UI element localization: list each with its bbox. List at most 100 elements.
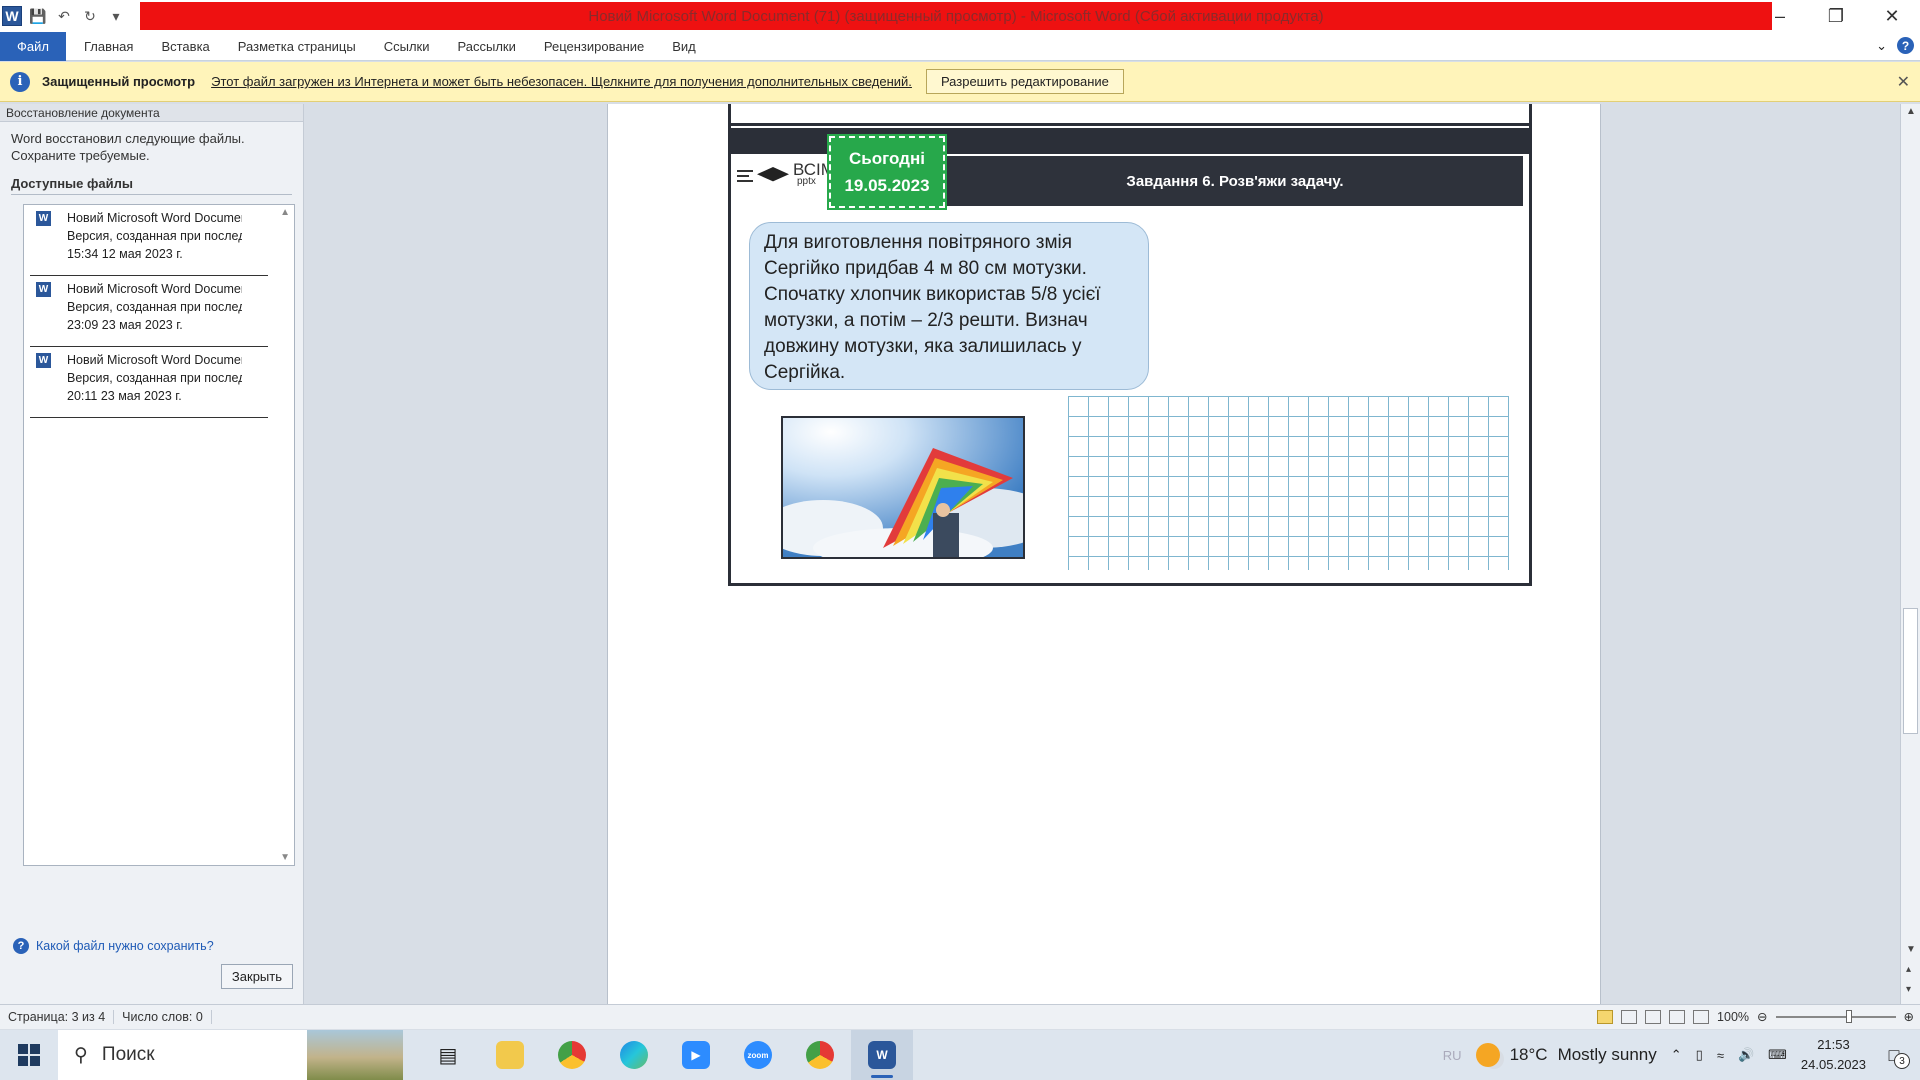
task-view-icon[interactable]: ▤	[417, 1030, 479, 1080]
answer-grid	[1068, 396, 1509, 570]
clock-date: 24.05.2023	[1800, 1057, 1866, 1072]
title-bar: W 💾 ↶ ↻ ▾ Новий Microsoft Word Document …	[0, 0, 1920, 32]
which-file-help[interactable]: ? Какой файл нужно сохранить?	[13, 938, 214, 954]
save-icon[interactable]: 💾	[28, 6, 48, 26]
help-icon[interactable]: ?	[1897, 37, 1914, 54]
close-pane-button[interactable]: Закрыть	[220, 964, 293, 989]
restore-icon[interactable]: ❐	[1808, 0, 1864, 32]
redo-icon[interactable]: ↻	[80, 6, 100, 26]
battery-icon[interactable]: ▯	[1696, 1047, 1703, 1063]
protected-view-bar: i Защищенный просмотр Этот файл загружен…	[0, 62, 1920, 102]
minimize-icon[interactable]: –	[1752, 0, 1808, 32]
window-controls: – ❐ ✕	[1752, 0, 1920, 32]
word-count[interactable]: Число слов: 0	[114, 1010, 212, 1024]
list-item[interactable]: W Новий Microsoft Word Document ... Верс…	[30, 347, 268, 418]
problem-speech-bubble: Для виготовлення повітряного змія Сергій…	[749, 222, 1149, 390]
scroll-up-icon[interactable]: ▲	[1906, 106, 1916, 117]
status-bar: Страница: 3 из 4 Число слов: 0 100% ⊖ ⊕	[0, 1004, 1920, 1029]
next-page-icon[interactable]: ▾	[1906, 984, 1911, 995]
view-zoom-controls: 100% ⊖ ⊕	[1597, 1009, 1914, 1024]
zoom-in-icon[interactable]: ⊕	[1904, 1009, 1914, 1024]
tab-mailings[interactable]: Рассылки	[444, 39, 530, 54]
windows-logo-icon	[18, 1044, 40, 1066]
zoom-slider[interactable]	[1775, 1009, 1896, 1023]
scroll-up-icon[interactable]: ▲	[280, 207, 290, 218]
window-title: Новий Microsoft Word Document (71) (защи…	[588, 7, 1324, 25]
document-recovery-pane: Восстановление документа Word восстанови…	[0, 104, 304, 1004]
tab-home[interactable]: Главная	[70, 39, 147, 54]
customize-toolbar-icon[interactable]: ▾	[106, 6, 126, 26]
ribbon-tabs: Файл Главная Вставка Разметка страницы С…	[0, 31, 1920, 61]
tray-overflow-icon[interactable]: ⌃	[1671, 1047, 1682, 1063]
task-title-bar: Завдання 6. Розв'яжи задачу.	[947, 156, 1523, 206]
file-explorer-icon[interactable]	[479, 1030, 541, 1080]
weather-temp: 18°C	[1509, 1045, 1548, 1064]
tab-view[interactable]: Вид	[658, 39, 710, 54]
ribbon-right-controls: ⌄ ?	[1876, 37, 1914, 54]
system-tray: RU 18°C Mostly sunny ⌃ ▯ ≈ 🔊 ⌨ 21:53 24.…	[1443, 1030, 1920, 1080]
zoom-level[interactable]: 100%	[1717, 1010, 1749, 1024]
help-icon: ?	[13, 938, 29, 954]
web-layout-icon[interactable]	[1645, 1009, 1662, 1024]
scroll-thumb[interactable]	[1903, 608, 1918, 734]
tab-page-layout[interactable]: Разметка страницы	[224, 39, 370, 54]
close-bar-icon[interactable]: ✕	[1897, 72, 1910, 92]
protected-view-link[interactable]: Этот файл загружен из Интернета и может …	[211, 74, 912, 89]
draft-icon[interactable]	[1693, 1009, 1710, 1024]
slide-image: ВСІМ pptx Сьогодні 19.05.2023 Завдання 6…	[728, 104, 1532, 586]
chrome-icon[interactable]	[541, 1030, 603, 1080]
tab-insert[interactable]: Вставка	[147, 39, 223, 54]
word-doc-icon: W	[36, 282, 51, 297]
zoom-out-icon[interactable]: ⊖	[1757, 1009, 1767, 1024]
start-button[interactable]	[0, 1030, 58, 1080]
keyboard-icon[interactable]: ⌨	[1768, 1047, 1787, 1063]
weather-widget[interactable]: 18°C Mostly sunny	[1475, 1043, 1657, 1067]
word-taskbar-icon[interactable]: W	[851, 1030, 913, 1080]
minimize-ribbon-icon[interactable]: ⌄	[1876, 38, 1887, 54]
slide-top-strip	[731, 104, 1529, 126]
clock[interactable]: 21:53 24.05.2023	[1801, 1035, 1866, 1075]
list-item[interactable]: W Новий Microsoft Word Document ... Верс…	[30, 276, 268, 347]
outline-icon[interactable]	[1669, 1009, 1686, 1024]
zoom-meetings-icon[interactable]: zoom	[727, 1030, 789, 1080]
taskbar-search[interactable]: ⚲ Поиск	[58, 1030, 403, 1080]
word-doc-icon: W	[36, 353, 51, 368]
search-highlight-image	[307, 1030, 403, 1080]
windows-taskbar: ⚲ Поиск ▤ ▶ zoom W RU 18°C Mostly sunny …	[0, 1030, 1920, 1080]
volume-icon[interactable]: 🔊	[1738, 1047, 1754, 1063]
notification-count: 3	[1894, 1053, 1910, 1069]
available-files-label: Доступные файлы	[11, 176, 292, 195]
close-icon[interactable]: ✕	[1864, 0, 1920, 32]
tab-references[interactable]: Ссылки	[370, 39, 444, 54]
partly-sunny-icon	[1475, 1043, 1500, 1067]
print-layout-icon[interactable]	[1597, 1009, 1614, 1024]
scroll-down-icon[interactable]: ▼	[280, 852, 290, 863]
word-doc-icon: W	[36, 211, 51, 226]
task-title: Завдання 6. Розв'яжи задачу.	[1126, 172, 1344, 190]
graduation-cap-icon	[757, 167, 789, 182]
keyboard-language[interactable]: RU	[1443, 1048, 1462, 1063]
zoom-app-icon[interactable]: ▶	[665, 1030, 727, 1080]
tab-file[interactable]: Файл	[0, 31, 66, 61]
notification-center-icon[interactable]: □ 3	[1880, 1041, 1910, 1069]
window-title-bar: Новий Microsoft Word Document (71) (защи…	[140, 2, 1772, 30]
chrome-profile-icon[interactable]	[789, 1030, 851, 1080]
enable-editing-button[interactable]: Разрешить редактирование	[925, 69, 1124, 94]
undo-icon[interactable]: ↶	[54, 6, 74, 26]
which-file-link[interactable]: Какой файл нужно сохранить?	[36, 939, 214, 953]
page-count[interactable]: Страница: 3 из 4	[0, 1010, 115, 1024]
weather-desc: Mostly sunny	[1557, 1045, 1657, 1064]
taskbar-apps: ▤ ▶ zoom W	[417, 1030, 913, 1080]
tab-review[interactable]: Рецензирование	[530, 39, 658, 54]
search-icon: ⚲	[74, 1044, 88, 1066]
word-logo-icon[interactable]: W	[2, 6, 22, 26]
wifi-icon[interactable]: ≈	[1717, 1048, 1724, 1063]
full-screen-reading-icon[interactable]	[1621, 1009, 1638, 1024]
vertical-scrollbar[interactable]: ▲ ▼ ▴ ▾	[1900, 104, 1920, 1004]
list-item[interactable]: W Новий Microsoft Word Document ... Верс…	[30, 205, 268, 276]
previous-page-icon[interactable]: ▴	[1906, 964, 1911, 975]
scroll-down-icon[interactable]: ▼	[1906, 944, 1916, 955]
clock-time: 21:53	[1817, 1037, 1850, 1052]
kite-photo	[781, 416, 1025, 559]
edge-icon[interactable]	[603, 1030, 665, 1080]
